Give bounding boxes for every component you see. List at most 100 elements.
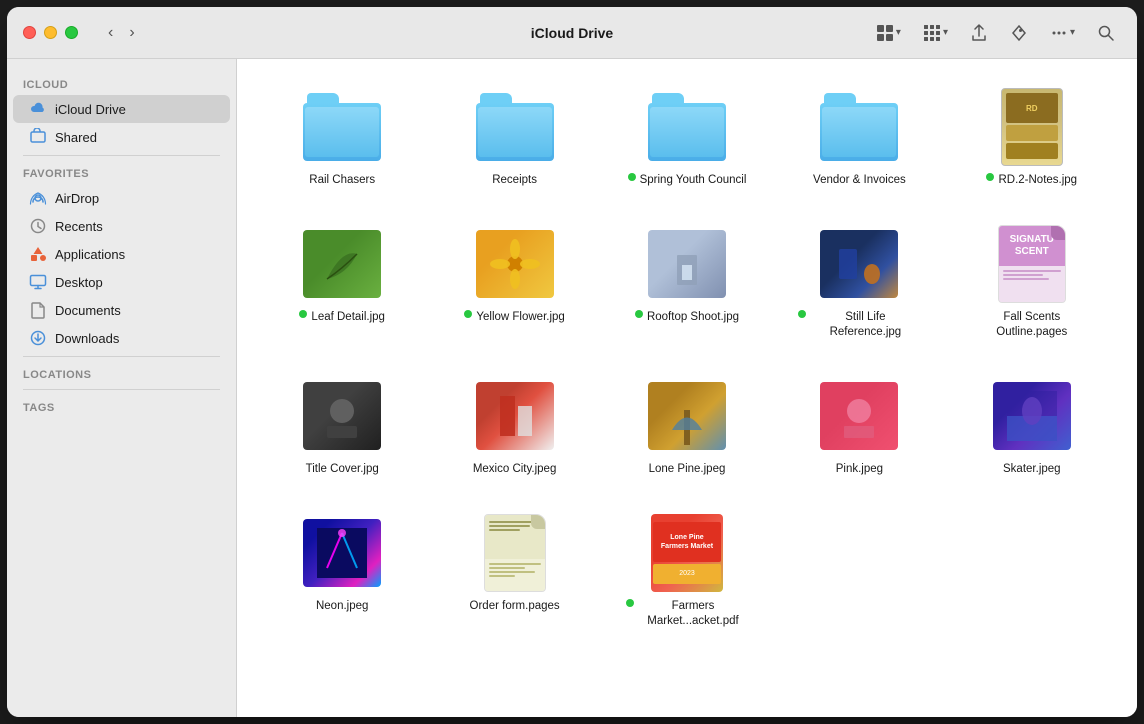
finder-window: ‹ › iCloud Drive ▾: [7, 7, 1137, 717]
file-item-rd2-notes[interactable]: RD RD.2-Notes.jpg: [951, 79, 1113, 196]
locations-section-header: Locations: [7, 361, 236, 385]
sidebar-downloads-label: Downloads: [55, 331, 119, 346]
sidebar-item-downloads[interactable]: Downloads: [13, 324, 230, 352]
file-item-pink[interactable]: Pink.jpeg: [778, 368, 940, 485]
chevron-down-icon: ▾: [896, 27, 901, 38]
search-button[interactable]: [1091, 20, 1121, 46]
file-label-neon: Neon.jpeg: [316, 599, 368, 614]
thumb-stilllife: [819, 224, 899, 304]
maximize-button[interactable]: [65, 26, 78, 39]
file-item-fall-scents[interactable]: SIGNATUSCENT Fall Scents Outline.pages: [951, 216, 1113, 348]
thumb-flower: [475, 224, 555, 304]
file-label-rd2: RD.2-Notes.jpg: [998, 173, 1077, 188]
sidebar-recents-label: Recents: [55, 219, 103, 234]
file-label-pink: Pink.jpeg: [836, 462, 883, 477]
file-item-receipts[interactable]: Receipts: [433, 79, 595, 196]
file-item-lone-pine[interactable]: Lone Pine.jpeg: [606, 368, 768, 485]
synced-dot-farmers: [626, 599, 634, 607]
sidebar-item-recents[interactable]: Recents: [13, 212, 230, 240]
forward-button[interactable]: ›: [123, 20, 140, 46]
file-label-flower: Yellow Flower.jpg: [476, 310, 564, 325]
file-item-rail-chasers[interactable]: Rail Chasers: [261, 79, 423, 196]
shared-icon: [29, 128, 47, 146]
sidebar-item-shared[interactable]: Shared: [13, 123, 230, 151]
file-item-yellow-flower[interactable]: Yellow Flower.jpg: [433, 216, 595, 348]
sidebar-divider-1: [23, 155, 220, 156]
folder-thumb-receipts: [475, 87, 555, 167]
documents-icon: [29, 301, 47, 319]
thumb-orderform: [475, 513, 555, 593]
tag-button[interactable]: [1004, 20, 1034, 46]
thumb-leaf: [302, 224, 382, 304]
file-item-rooftop-shoot[interactable]: Rooftop Shoot.jpg: [606, 216, 768, 348]
nav-buttons: ‹ ›: [102, 20, 141, 46]
sidebar-item-applications[interactable]: Applications: [13, 240, 230, 268]
window-title: iCloud Drive: [531, 25, 613, 41]
sidebar-desktop-label: Desktop: [55, 275, 103, 290]
folder-thumb-rail-chasers: [302, 87, 382, 167]
folder-thumb-spring: [647, 87, 727, 167]
more-button[interactable]: ▾: [1044, 20, 1081, 46]
sidebar-item-icloud-drive[interactable]: iCloud Drive: [13, 95, 230, 123]
file-item-vendor-invoices[interactable]: Vendor & Invoices: [778, 79, 940, 196]
file-item-farmers-market[interactable]: Lone PineFarmers Market 2023 Farmers Mar…: [606, 505, 768, 637]
synced-dot-rooftop: [635, 310, 643, 318]
back-button[interactable]: ‹: [102, 20, 119, 46]
cloud-icon: [29, 100, 47, 118]
file-label-vendor: Vendor & Invoices: [813, 173, 906, 188]
sidebar-applications-label: Applications: [55, 247, 125, 262]
sidebar-item-documents[interactable]: Documents: [13, 296, 230, 324]
traffic-lights: [23, 26, 78, 39]
file-label-row-rd2: RD.2-Notes.jpg: [986, 173, 1077, 188]
view-toggle-button[interactable]: ▾: [917, 20, 954, 46]
thumb-rd2: RD: [992, 87, 1072, 167]
file-item-skater[interactable]: Skater.jpeg: [951, 368, 1113, 485]
file-label-row-flower: Yellow Flower.jpg: [464, 310, 564, 325]
close-button[interactable]: [23, 26, 36, 39]
thumb-neon: [302, 513, 382, 593]
search-icon: [1097, 24, 1115, 42]
file-item-neon[interactable]: Neon.jpeg: [261, 505, 423, 637]
file-item-mexico-city[interactable]: Mexico City.jpeg: [433, 368, 595, 485]
sidebar-item-airdrop[interactable]: AirDrop: [13, 184, 230, 212]
sidebar-item-desktop[interactable]: Desktop: [13, 268, 230, 296]
file-label-leaf: Leaf Detail.jpg: [311, 310, 385, 325]
file-label-row-spring: Spring Youth Council: [628, 173, 747, 188]
synced-dot-leaf: [299, 310, 307, 318]
file-label-mexico-city: Mexico City.jpeg: [473, 462, 557, 477]
file-item-spring-youth-council[interactable]: Spring Youth Council: [606, 79, 768, 196]
tag-icon: [1010, 24, 1028, 42]
file-label-row-farmers: Farmers Market...acket.pdf: [626, 599, 748, 629]
grid-small-icon: [923, 24, 941, 42]
thumb-titlecover: [302, 376, 382, 456]
file-item-order-form[interactable]: Order form.pages: [433, 505, 595, 637]
thumb-skater: [992, 376, 1072, 456]
favorites-section-header: Favorites: [7, 160, 236, 184]
file-item-title-cover[interactable]: Title Cover.jpg: [261, 368, 423, 485]
file-item-leaf-detail[interactable]: Leaf Detail.jpg: [261, 216, 423, 348]
tags-section-header: Tags: [7, 394, 236, 418]
folder-thumb-vendor: [819, 87, 899, 167]
synced-dot-spring: [628, 173, 636, 181]
toolbar-actions: ▾ ▾: [870, 20, 1121, 46]
view-icon-button[interactable]: ▾: [870, 20, 907, 46]
minimize-button[interactable]: [44, 26, 57, 39]
file-label-rail-chasers: Rail Chasers: [309, 173, 375, 188]
more-icon: [1050, 24, 1068, 42]
sidebar-airdrop-label: AirDrop: [55, 191, 99, 206]
chevron-down-icon2: ▾: [943, 27, 948, 38]
thumb-farmers: Lone PineFarmers Market 2023: [647, 513, 727, 593]
file-label-row-leaf: Leaf Detail.jpg: [299, 310, 385, 325]
titlebar: ‹ › iCloud Drive ▾: [7, 7, 1137, 59]
applications-icon: [29, 245, 47, 263]
file-item-still-life[interactable]: Still Life Reference.jpg: [778, 216, 940, 348]
sidebar-divider-2: [23, 356, 220, 357]
recents-icon: [29, 217, 47, 235]
share-button[interactable]: [964, 20, 994, 46]
file-label-fall-scents: Fall Scents Outline.pages: [977, 310, 1087, 340]
sidebar: iCloud iCloud Drive Shared: [7, 59, 237, 717]
file-area: Rail Chasers Receipts: [237, 59, 1137, 717]
synced-dot-stilllife: [798, 310, 806, 318]
sidebar-documents-label: Documents: [55, 303, 121, 318]
airdrop-icon: [29, 189, 47, 207]
